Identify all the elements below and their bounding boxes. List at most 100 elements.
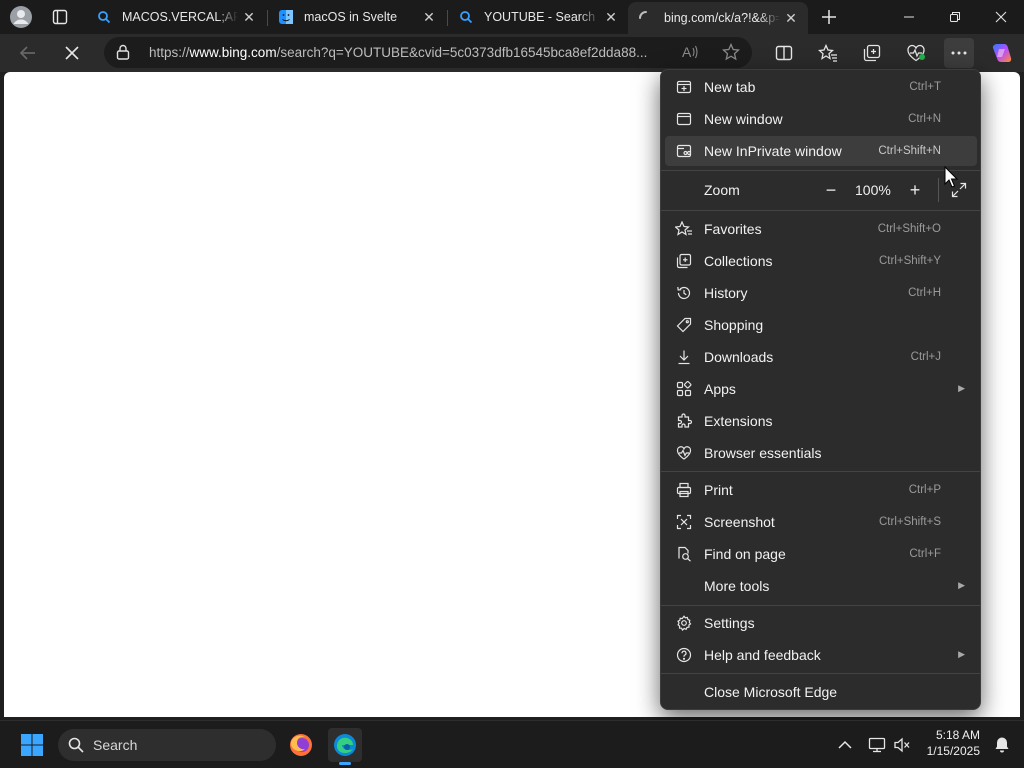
menu-separator: [661, 673, 980, 674]
svg-text:A: A: [682, 44, 692, 60]
inprivate-icon: [675, 142, 693, 160]
menu-item-collections[interactable]: Collections Ctrl+Shift+Y: [665, 246, 977, 276]
menu-item-new-window[interactable]: New window Ctrl+N: [665, 104, 977, 134]
close-tab-icon[interactable]: ✕: [418, 6, 440, 28]
stop-loading-icon[interactable]: [56, 38, 88, 68]
bing-search-icon: [458, 9, 474, 25]
screenshot-icon: [675, 513, 693, 531]
bing-search-icon: [96, 9, 112, 25]
tab-title: YOUTUBE - Search: [484, 10, 596, 24]
menu-item-new-inprivate-window[interactable]: New InPrivate window Ctrl+Shift+N: [665, 136, 977, 166]
windows-start-icon[interactable]: [15, 728, 49, 762]
zoom-out-button[interactable]: −: [819, 180, 843, 200]
close-tab-icon[interactable]: ✕: [780, 7, 802, 29]
copilot-icon[interactable]: [987, 38, 1017, 68]
finder-icon: [278, 9, 294, 25]
menu-item-shopping[interactable]: Shopping: [665, 310, 977, 340]
gear-icon: [675, 614, 693, 632]
taskbar-search-box[interactable]: Search: [58, 729, 276, 761]
new-tab-icon: [675, 78, 693, 96]
zoom-value: 100%: [855, 182, 891, 198]
zoom-label: Zoom: [704, 182, 740, 198]
read-aloud-icon[interactable]: A: [676, 37, 706, 67]
submenu-arrow-icon: ▶: [958, 383, 965, 393]
tab-macos-in-svelte[interactable]: macOS in Svelte ✕: [268, 2, 446, 32]
collections-icon: [675, 252, 693, 270]
menu-item-extensions[interactable]: Extensions: [665, 406, 977, 436]
zoom-divider: [938, 178, 939, 202]
notification-bell-icon[interactable]: [985, 728, 1019, 762]
close-window-icon[interactable]: [978, 0, 1024, 34]
tab-title: MACOS.VERCAL;APP - Search: [122, 10, 238, 24]
menu-separator: [661, 471, 980, 472]
menu-item-favorites[interactable]: Favorites Ctrl+Shift+O: [665, 214, 977, 244]
submenu-arrow-icon: ▶: [958, 649, 965, 659]
collections-toolbar-icon[interactable]: [857, 38, 887, 68]
firefox-icon[interactable]: [284, 728, 318, 762]
heart-pulse-icon: [675, 444, 693, 462]
profile-avatar-icon[interactable]: [7, 4, 35, 30]
tab-youtube-search[interactable]: YOUTUBE - Search ✕: [448, 2, 628, 32]
volume-muted-icon[interactable]: [885, 728, 919, 762]
menu-item-help-and-feedback[interactable]: Help and feedback ▶: [665, 640, 977, 670]
split-screen-icon[interactable]: [769, 38, 799, 68]
extensions-icon: [675, 412, 693, 430]
tab-actions-icon[interactable]: [46, 4, 74, 30]
menu-separator: [661, 170, 980, 171]
menu-item-screenshot[interactable]: Screenshot Ctrl+Shift+S: [665, 507, 977, 537]
tab-strip: MACOS.VERCAL;APP - Search ✕ macOS in Sve…: [0, 0, 1024, 34]
shopping-tag-icon: [675, 316, 693, 334]
system-clock[interactable]: 5:18 AM 1/15/2025: [918, 727, 980, 759]
tab-bing-redirect[interactable]: bing.com/ck/a?!&&p= ✕: [628, 2, 808, 34]
lock-icon[interactable]: [116, 44, 130, 65]
menu-item-print[interactable]: Print Ctrl+P: [665, 475, 977, 505]
show-hidden-icons-chevron-icon[interactable]: [828, 728, 862, 762]
close-tab-icon[interactable]: ✕: [600, 6, 622, 28]
menu-item-history[interactable]: History Ctrl+H: [665, 278, 977, 308]
taskbar: Search 5:18 AM 1/15/2025: [0, 720, 1024, 768]
active-app-indicator: [339, 762, 351, 765]
clock-date: 1/15/2025: [926, 744, 980, 758]
submenu-arrow-icon: ▶: [958, 580, 965, 590]
printer-icon: [675, 481, 693, 499]
edge-taskbar-icon[interactable]: [328, 728, 362, 765]
zoom-in-button[interactable]: +: [903, 180, 927, 200]
zoom-row: Zoom − 100% +: [665, 175, 977, 205]
menu-item-close-microsoft-edge[interactable]: Close Microsoft Edge: [665, 677, 977, 707]
navigation-toolbar: https://www.bing.com/search?q=YOUTUBE&cv…: [0, 34, 1024, 72]
close-tab-icon[interactable]: ✕: [238, 6, 260, 28]
tab-macos-vercal[interactable]: MACOS.VERCAL;APP - Search ✕: [86, 2, 266, 32]
menu-item-apps[interactable]: Apps ▶: [665, 374, 977, 404]
settings-and-more-menu: New tab Ctrl+T New window Ctrl+N New InP…: [660, 69, 981, 710]
tab-title: macOS in Svelte: [304, 10, 398, 24]
add-favorite-star-icon[interactable]: [716, 37, 746, 67]
menu-separator: [661, 605, 980, 606]
history-icon: [675, 284, 693, 302]
menu-item-new-tab[interactable]: New tab Ctrl+T: [665, 72, 977, 102]
favorites-icon: [675, 220, 693, 238]
search-icon: [68, 737, 84, 758]
download-icon: [675, 348, 693, 366]
back-arrow-icon[interactable]: [12, 38, 44, 68]
menu-item-more-tools[interactable]: More tools ▶: [665, 571, 977, 601]
favorites-bar-icon[interactable]: [813, 38, 843, 68]
menu-item-find-on-page[interactable]: Find on page Ctrl+F: [665, 539, 977, 569]
help-icon: [675, 646, 693, 664]
menu-separator: [661, 210, 980, 211]
restore-icon[interactable]: [932, 0, 978, 34]
menu-item-downloads[interactable]: Downloads Ctrl+J: [665, 342, 977, 372]
url-text: https://www.bing.com/search?q=YOUTUBE&cv…: [149, 45, 648, 60]
new-tab-plus-icon[interactable]: [815, 4, 843, 30]
menu-item-browser-essentials[interactable]: Browser essentials: [665, 438, 977, 468]
minimize-icon[interactable]: [886, 0, 932, 34]
tab-title: bing.com/ck/a?!&&p=: [664, 11, 780, 25]
loading-spinner-icon: [638, 10, 654, 26]
new-window-icon: [675, 110, 693, 128]
browser-essentials-toolbar-icon[interactable]: [901, 38, 931, 68]
clock-time: 5:18 AM: [935, 728, 980, 742]
menu-item-settings[interactable]: Settings: [665, 608, 977, 638]
settings-and-more-icon[interactable]: [944, 38, 974, 68]
find-icon: [675, 545, 693, 563]
apps-icon: [675, 380, 693, 398]
address-bar[interactable]: https://www.bing.com/search?q=YOUTUBE&cv…: [104, 37, 752, 68]
